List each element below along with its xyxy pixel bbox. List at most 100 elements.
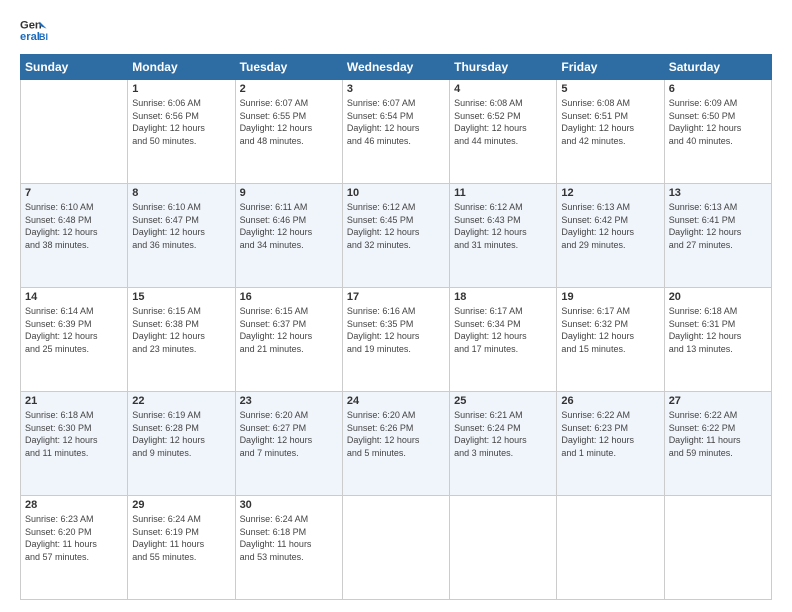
calendar-week-2: 7 Sunrise: 6:10 AM Sunset: 6:48 PM Daylig… (21, 184, 772, 288)
day-info: Sunrise: 6:16 AM Sunset: 6:35 PM Dayligh… (347, 305, 445, 355)
day-number: 30 (240, 499, 338, 511)
calendar-cell: 17 Sunrise: 6:16 AM Sunset: 6:35 PM Dayli… (342, 288, 449, 392)
calendar-cell (450, 496, 557, 600)
weekday-header-sunday: Sunday (21, 55, 128, 80)
day-number: 4 (454, 83, 552, 95)
calendar-cell: 7 Sunrise: 6:10 AM Sunset: 6:48 PM Daylig… (21, 184, 128, 288)
day-number: 23 (240, 395, 338, 407)
day-number: 24 (347, 395, 445, 407)
calendar-cell: 8 Sunrise: 6:10 AM Sunset: 6:47 PM Daylig… (128, 184, 235, 288)
day-number: 28 (25, 499, 123, 511)
day-info: Sunrise: 6:24 AM Sunset: 6:19 PM Dayligh… (132, 513, 230, 563)
day-number: 29 (132, 499, 230, 511)
calendar-cell: 30 Sunrise: 6:24 AM Sunset: 6:18 PM Dayli… (235, 496, 342, 600)
day-info: Sunrise: 6:23 AM Sunset: 6:20 PM Dayligh… (25, 513, 123, 563)
day-number: 17 (347, 291, 445, 303)
svg-text:eral: eral (20, 31, 40, 43)
day-info: Sunrise: 6:07 AM Sunset: 6:54 PM Dayligh… (347, 97, 445, 147)
calendar-week-1: 1 Sunrise: 6:06 AM Sunset: 6:56 PM Daylig… (21, 80, 772, 184)
day-info: Sunrise: 6:20 AM Sunset: 6:26 PM Dayligh… (347, 409, 445, 459)
calendar-cell: 16 Sunrise: 6:15 AM Sunset: 6:37 PM Dayli… (235, 288, 342, 392)
weekday-header-friday: Friday (557, 55, 664, 80)
day-info: Sunrise: 6:15 AM Sunset: 6:38 PM Dayligh… (132, 305, 230, 355)
day-info: Sunrise: 6:11 AM Sunset: 6:46 PM Dayligh… (240, 201, 338, 251)
day-number: 10 (347, 187, 445, 199)
day-info: Sunrise: 6:21 AM Sunset: 6:24 PM Dayligh… (454, 409, 552, 459)
day-number: 18 (454, 291, 552, 303)
day-info: Sunrise: 6:18 AM Sunset: 6:30 PM Dayligh… (25, 409, 123, 459)
day-number: 6 (669, 83, 767, 95)
day-number: 19 (561, 291, 659, 303)
header: Gen eral Blue (20, 16, 772, 44)
calendar-cell (664, 496, 771, 600)
calendar-cell: 3Sunrise: 6:07 AM Sunset: 6:54 PM Daylig… (342, 80, 449, 184)
logo-icon: Gen eral Blue (20, 16, 48, 44)
calendar-cell (557, 496, 664, 600)
day-info: Sunrise: 6:15 AM Sunset: 6:37 PM Dayligh… (240, 305, 338, 355)
calendar-header-row: SundayMondayTuesdayWednesdayThursdayFrid… (21, 55, 772, 80)
day-info: Sunrise: 6:24 AM Sunset: 6:18 PM Dayligh… (240, 513, 338, 563)
calendar-cell: 19Sunrise: 6:17 AM Sunset: 6:32 PM Dayli… (557, 288, 664, 392)
day-number: 7 (25, 187, 123, 199)
day-number: 11 (454, 187, 552, 199)
day-info: Sunrise: 6:12 AM Sunset: 6:43 PM Dayligh… (454, 201, 552, 251)
calendar-cell: 2 Sunrise: 6:07 AM Sunset: 6:55 PM Daylig… (235, 80, 342, 184)
calendar-cell: 13 Sunrise: 6:13 AM Sunset: 6:41 PM Dayli… (664, 184, 771, 288)
day-number: 12 (561, 187, 659, 199)
day-info: Sunrise: 6:08 AM Sunset: 6:51 PM Dayligh… (561, 97, 659, 147)
calendar-week-3: 14 Sunrise: 6:14 AM Sunset: 6:39 PM Dayli… (21, 288, 772, 392)
calendar-cell (342, 496, 449, 600)
day-info: Sunrise: 6:13 AM Sunset: 6:41 PM Dayligh… (669, 201, 767, 251)
day-number: 22 (132, 395, 230, 407)
day-number: 1 (132, 83, 230, 95)
weekday-header-saturday: Saturday (664, 55, 771, 80)
day-info: Sunrise: 6:12 AM Sunset: 6:45 PM Dayligh… (347, 201, 445, 251)
calendar-cell: 28 Sunrise: 6:23 AM Sunset: 6:20 PM Dayli… (21, 496, 128, 600)
calendar-cell: 4 Sunrise: 6:08 AM Sunset: 6:52 PM Daylig… (450, 80, 557, 184)
calendar: SundayMondayTuesdayWednesdayThursdayFrid… (20, 54, 772, 600)
calendar-cell: 29 Sunrise: 6:24 AM Sunset: 6:19 PM Dayli… (128, 496, 235, 600)
logo: Gen eral Blue (20, 16, 52, 44)
day-number: 5 (561, 83, 659, 95)
day-number: 14 (25, 291, 123, 303)
day-info: Sunrise: 6:06 AM Sunset: 6:56 PM Dayligh… (132, 97, 230, 147)
calendar-cell: 25 Sunrise: 6:21 AM Sunset: 6:24 PM Dayli… (450, 392, 557, 496)
day-number: 8 (132, 187, 230, 199)
svg-text:Gen: Gen (20, 20, 42, 32)
day-info: Sunrise: 6:09 AM Sunset: 6:50 PM Dayligh… (669, 97, 767, 147)
day-info: Sunrise: 6:07 AM Sunset: 6:55 PM Dayligh… (240, 97, 338, 147)
day-number: 16 (240, 291, 338, 303)
day-number: 9 (240, 187, 338, 199)
day-number: 2 (240, 83, 338, 95)
calendar-cell: 6 Sunrise: 6:09 AM Sunset: 6:50 PM Daylig… (664, 80, 771, 184)
day-info: Sunrise: 6:22 AM Sunset: 6:23 PM Dayligh… (561, 409, 659, 459)
weekday-header-tuesday: Tuesday (235, 55, 342, 80)
day-number: 13 (669, 187, 767, 199)
day-info: Sunrise: 6:14 AM Sunset: 6:39 PM Dayligh… (25, 305, 123, 355)
calendar-cell: 11 Sunrise: 6:12 AM Sunset: 6:43 PM Dayli… (450, 184, 557, 288)
day-number: 25 (454, 395, 552, 407)
day-number: 26 (561, 395, 659, 407)
calendar-cell: 12Sunrise: 6:13 AM Sunset: 6:42 PM Dayli… (557, 184, 664, 288)
calendar-cell: 9 Sunrise: 6:11 AM Sunset: 6:46 PM Daylig… (235, 184, 342, 288)
calendar-cell: 22 Sunrise: 6:19 AM Sunset: 6:28 PM Dayli… (128, 392, 235, 496)
weekday-header-monday: Monday (128, 55, 235, 80)
calendar-week-4: 21 Sunrise: 6:18 AM Sunset: 6:30 PM Dayli… (21, 392, 772, 496)
day-number: 21 (25, 395, 123, 407)
day-info: Sunrise: 6:18 AM Sunset: 6:31 PM Dayligh… (669, 305, 767, 355)
calendar-cell: 10 Sunrise: 6:12 AM Sunset: 6:45 PM Dayli… (342, 184, 449, 288)
calendar-week-5: 28 Sunrise: 6:23 AM Sunset: 6:20 PM Dayli… (21, 496, 772, 600)
day-info: Sunrise: 6:20 AM Sunset: 6:27 PM Dayligh… (240, 409, 338, 459)
day-info: Sunrise: 6:08 AM Sunset: 6:52 PM Dayligh… (454, 97, 552, 147)
svg-text:Blue: Blue (39, 32, 48, 42)
calendar-cell: 1 Sunrise: 6:06 AM Sunset: 6:56 PM Daylig… (128, 80, 235, 184)
day-info: Sunrise: 6:10 AM Sunset: 6:47 PM Dayligh… (132, 201, 230, 251)
day-info: Sunrise: 6:19 AM Sunset: 6:28 PM Dayligh… (132, 409, 230, 459)
weekday-header-wednesday: Wednesday (342, 55, 449, 80)
day-number: 20 (669, 291, 767, 303)
calendar-cell: 15 Sunrise: 6:15 AM Sunset: 6:38 PM Dayli… (128, 288, 235, 392)
calendar-cell: 14 Sunrise: 6:14 AM Sunset: 6:39 PM Dayli… (21, 288, 128, 392)
calendar-cell: 5 Sunrise: 6:08 AM Sunset: 6:51 PM Daylig… (557, 80, 664, 184)
day-info: Sunrise: 6:10 AM Sunset: 6:48 PM Dayligh… (25, 201, 123, 251)
day-number: 15 (132, 291, 230, 303)
